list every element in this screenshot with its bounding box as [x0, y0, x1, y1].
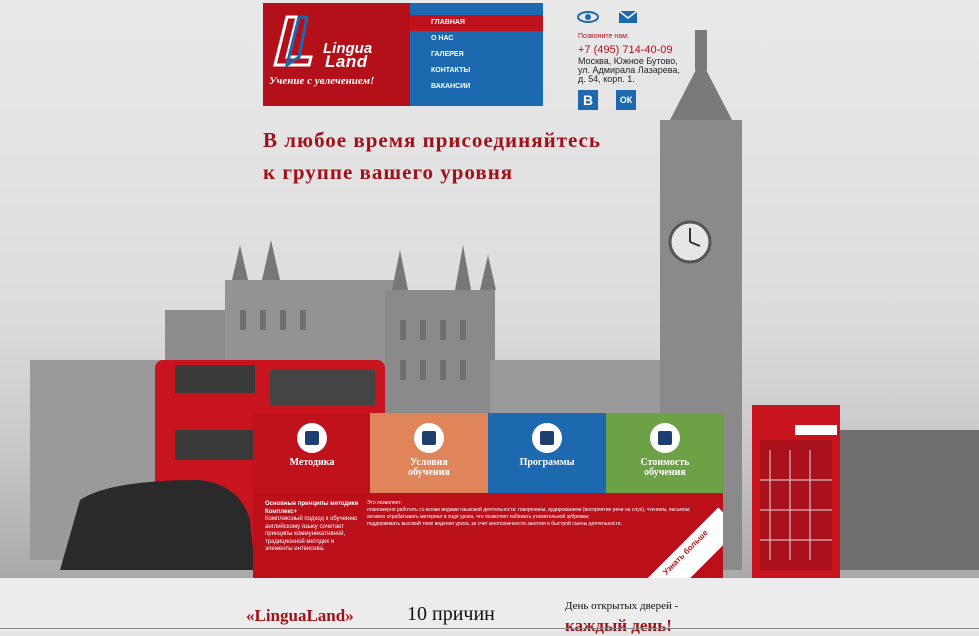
nav-item-gallery[interactable]: ГАЛЕРЕЯ: [410, 47, 543, 63]
people-icon: [414, 423, 444, 453]
info-panel: Основные принципы методики Комплекс+ Ком…: [253, 493, 723, 578]
tile-label: Программы: [519, 457, 575, 468]
brand-heading: «LinguaLand»: [246, 606, 354, 625]
tile-programs[interactable]: Программы: [488, 413, 606, 493]
main-nav: ГЛАВНАЯ О НАС ГАЛЕРЕЯ КОНТАКТЫ ВАКАНСИИ: [410, 3, 543, 106]
phone-number[interactable]: +7 (495) 714-40-09: [578, 44, 672, 56]
tile-label: Методика: [289, 457, 335, 468]
ok-icon[interactable]: ОК: [616, 90, 636, 110]
document-icon: [650, 423, 680, 453]
info-right: Это позволяет: планомерно работать со вс…: [367, 500, 717, 528]
info-right-text-1: Это позволяет:: [367, 500, 402, 506]
open-day-line-2: каждый день!: [565, 616, 672, 635]
reasons-heading: 10 причин: [407, 603, 495, 625]
logo[interactable]: Lingua Land Учение с увлечением!: [263, 3, 410, 106]
info-left-text: Комплексный подход к обучению английском…: [265, 516, 358, 552]
tile-label: Условия обучения: [408, 457, 450, 478]
nav-item-contacts[interactable]: КОНТАКТЫ: [410, 63, 543, 79]
tile-conditions[interactable]: Условия обучения: [370, 413, 488, 493]
info-right-text-3: активно отрабатывать материал в ходе уро…: [367, 514, 590, 520]
tile-pricing[interactable]: Стоимость обучения: [606, 413, 724, 493]
info-left-title: Основные принципы методики Комплекс+: [265, 501, 359, 515]
logo-slogan: Учение с увлечением!: [269, 75, 375, 87]
briefcase-icon: [532, 423, 562, 453]
logo-text-land: Land: [325, 52, 368, 71]
headline-line-2: к группе вашего уровня: [263, 160, 514, 184]
info-right-text-4: поддерживать высокий темп ведения урока,…: [367, 521, 622, 527]
headline: В любое время присоединяйтесь к группе в…: [263, 124, 663, 188]
logo-mark-icon: [273, 15, 313, 67]
nav-item-home[interactable]: ГЛАВНАЯ: [410, 15, 543, 31]
tile-label: Стоимость обучения: [640, 457, 690, 478]
vk-icon[interactable]: В: [578, 90, 598, 110]
address: Москва, Южное Бутово, ул. Адмирала Лазар…: [578, 56, 680, 84]
nav-item-about[interactable]: О НАС: [410, 31, 543, 47]
divider: [0, 628, 979, 629]
tile-methodology[interactable]: Методика: [253, 413, 370, 493]
headline-line-1: В любое время присоединяйтесь: [263, 128, 601, 152]
call-label: Позвоните нам:: [578, 33, 629, 40]
mail-icon[interactable]: [618, 10, 638, 24]
open-day-line-1: День открытых дверей -: [565, 600, 679, 612]
info-left: Основные принципы методики Комплекс+ Ком…: [265, 501, 360, 554]
info-right-text-2: планомерно работать со всеми видами язык…: [367, 507, 691, 513]
books-icon: [297, 423, 327, 453]
nav-item-vacancies[interactable]: ВАКАНСИИ: [410, 79, 543, 95]
eye-icon[interactable]: [577, 10, 599, 24]
